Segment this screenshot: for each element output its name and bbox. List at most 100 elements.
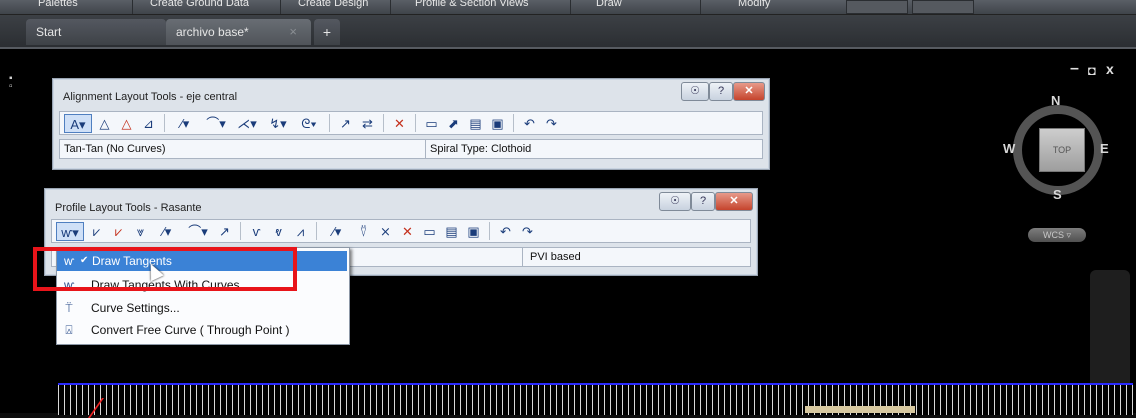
menu-item-label: Curve Settings... bbox=[91, 301, 180, 315]
line-dropdown[interactable]: ∕▾ bbox=[171, 114, 199, 133]
viewcube-top-face[interactable]: TOP bbox=[1039, 128, 1085, 172]
tab-start[interactable]: Start bbox=[26, 19, 166, 45]
ribbon-panel-button[interactable] bbox=[846, 0, 908, 14]
ribbon-separator bbox=[390, 0, 391, 14]
close-drawing-icon[interactable]: x bbox=[1106, 61, 1114, 77]
ribbon-bar: Palettes Create Ground Data Create Desig… bbox=[0, 0, 1136, 15]
compass-north[interactable]: N bbox=[1051, 93, 1060, 108]
wcs-menu[interactable]: WCS ▿ bbox=[1028, 228, 1086, 242]
alignment-layout-tools-window: Alignment Layout Tools - eje central ☉ ?… bbox=[52, 78, 770, 170]
compass-south[interactable]: S bbox=[1053, 187, 1062, 202]
tangent-creation-dropdown[interactable]: A▾ bbox=[64, 113, 92, 133]
spiral-type-text: Spiral Type: Clothoid bbox=[430, 143, 532, 155]
ribbon-menu-profile-section-views[interactable]: Profile & Section Views bbox=[415, 0, 529, 9]
delete-pvi-icon[interactable]: ⩗ bbox=[109, 222, 128, 241]
curve-settings-icon: ⍡ bbox=[65, 301, 73, 315]
undo-icon[interactable]: ↶ bbox=[520, 114, 539, 133]
toolbar-separator bbox=[383, 114, 384, 132]
close-icon[interactable]: ✕ bbox=[715, 192, 753, 211]
tangent-dropdown[interactable]: ⁄▾ bbox=[323, 222, 351, 241]
raise-lower-pvi-icon[interactable]: ⱴ bbox=[269, 222, 288, 241]
curve-dropdown[interactable]: ⌒▾ bbox=[184, 222, 212, 241]
restore-icon[interactable]: ◘ bbox=[1088, 63, 1096, 78]
draw-tangents-dropdown[interactable]: ⱳ▾ bbox=[56, 221, 84, 241]
redo-icon[interactable]: ↷ bbox=[518, 222, 537, 241]
menu-item-label: Convert Free Curve ( Through Point ) bbox=[91, 323, 290, 337]
ribbon-menu-create-ground-data[interactable]: Create Ground Data bbox=[150, 0, 249, 9]
ribbon-menu-draw[interactable]: Draw bbox=[596, 0, 622, 9]
alignment-status-bar: Tan-Tan (No Curves) Spiral Type: Clothoi… bbox=[59, 139, 763, 159]
copy-profile-icon[interactable]: ⩘ bbox=[291, 222, 310, 241]
curve-line-dropdown[interactable]: ↯▾ bbox=[264, 114, 292, 133]
compass-east[interactable]: E bbox=[1100, 141, 1109, 156]
minimize-toolbar-icon[interactable]: ☉ bbox=[681, 82, 709, 101]
annotation-highlight-box bbox=[33, 247, 297, 291]
delete-subentity-icon[interactable]: ✕ bbox=[390, 114, 409, 133]
compass-west[interactable]: W bbox=[1003, 141, 1015, 156]
new-tab-button[interactable]: + bbox=[314, 19, 340, 45]
toolbar-separator bbox=[240, 222, 241, 240]
redo-icon[interactable]: ↷ bbox=[542, 114, 561, 133]
toolbar-separator bbox=[415, 114, 416, 132]
help-icon[interactable]: ? bbox=[709, 82, 733, 101]
insert-pi-icon[interactable]: △ bbox=[95, 114, 114, 133]
profile-band bbox=[805, 406, 915, 413]
toolbar-separator bbox=[329, 114, 330, 132]
help-icon[interactable]: ? bbox=[691, 192, 715, 211]
profile-grid-strip bbox=[58, 383, 1133, 415]
profile-tools-title: Profile Layout Tools - Rasante bbox=[55, 202, 202, 214]
move-pvi-icon[interactable]: ⩔ bbox=[131, 222, 150, 241]
alignment-toolbar: A▾ △ △ ⊿ ∕▾ ⌒▾ ⋌▾ ↯▾ ᘓ▾ ↗ ⇄ ✕ ▭ ⬈ ▤ ▣ ↶ … bbox=[59, 111, 763, 135]
profile-toolbar: ⱳ▾ ⩗ ⩗ ⩔ ∕▾ ⌒▾ ↗ ⱱ ⱴ ⩘ ⁄▾ ⍢ ⨯ ✕ ▭ ▤ ▣ ↶ … bbox=[51, 219, 751, 243]
status-divider bbox=[425, 140, 426, 158]
line-dropdown[interactable]: ∕▾ bbox=[153, 222, 181, 241]
delete-subentity-icon[interactable]: ✕ bbox=[398, 222, 417, 241]
minimize-toolbar-icon[interactable]: ☉ bbox=[659, 192, 691, 211]
alignment-mode-text: Tan-Tan (No Curves) bbox=[64, 143, 166, 155]
reverse-direction-icon[interactable]: ⇄ bbox=[358, 114, 377, 133]
menu-item-convert-free-curve[interactable]: ⍓ Convert Free Curve ( Through Point ) bbox=[57, 320, 347, 340]
convert-line-icon[interactable]: ↗ bbox=[336, 114, 355, 133]
toolbar-separator bbox=[513, 114, 514, 132]
ribbon-panel-button[interactable] bbox=[912, 0, 974, 14]
ucs-icon: ▪ ▫ bbox=[9, 73, 13, 92]
ribbon-menu-create-design[interactable]: Create Design bbox=[298, 0, 368, 9]
convert-line-icon[interactable]: ↗ bbox=[215, 222, 234, 241]
toolbar-separator bbox=[316, 222, 317, 240]
status-divider bbox=[522, 248, 523, 266]
close-tab-icon[interactable]: × bbox=[289, 19, 297, 45]
ribbon-separator bbox=[700, 0, 701, 14]
break-apart-pi-icon[interactable]: ⊿ bbox=[139, 114, 158, 133]
ribbon-separator bbox=[280, 0, 281, 14]
select-pvi-icon[interactable]: ⍢ bbox=[354, 222, 373, 241]
curve-dropdown[interactable]: ⌒▾ bbox=[202, 114, 230, 133]
line-curve-dropdown[interactable]: ⋌▾ bbox=[233, 114, 261, 133]
plus-icon: + bbox=[322, 24, 332, 40]
minimize-icon[interactable]: – bbox=[1070, 60, 1079, 78]
subentity-editor-icon[interactable]: ▤ bbox=[442, 222, 461, 241]
insert-pvi-icon[interactable]: ⩗ bbox=[87, 222, 106, 241]
insert-pvis-tabular-icon[interactable]: ⱱ bbox=[247, 222, 266, 241]
alignment-grid-view-icon[interactable]: ▤ bbox=[466, 114, 485, 133]
delete-entity-icon[interactable]: ⨯ bbox=[376, 222, 395, 241]
ribbon-separator bbox=[132, 0, 133, 14]
document-tab-bar: Start archivo base* × + bbox=[0, 15, 1136, 49]
subentity-editor-icon[interactable]: ⬈ bbox=[444, 114, 463, 133]
spiral-dropdown[interactable]: ᘓ▾ bbox=[295, 114, 323, 133]
profile-grid-view-icon[interactable]: ▣ bbox=[464, 222, 483, 241]
pick-subentity-icon[interactable]: ▭ bbox=[420, 222, 439, 241]
pick-subentity-icon[interactable]: ▭ bbox=[422, 114, 441, 133]
tab-file-label: archivo base* bbox=[176, 25, 249, 39]
menu-item-curve-settings[interactable]: ⍡ Curve Settings... bbox=[57, 298, 347, 318]
ribbon-separator bbox=[570, 0, 571, 14]
ribbon-menu-modify[interactable]: Modify bbox=[738, 0, 770, 9]
delete-pi-icon[interactable]: △ bbox=[117, 114, 136, 133]
ribbon-menu-palettes[interactable]: Palettes bbox=[38, 0, 78, 9]
sub-alignment-icon[interactable]: ▣ bbox=[488, 114, 507, 133]
undo-icon[interactable]: ↶ bbox=[496, 222, 515, 241]
alignment-tools-title: Alignment Layout Tools - eje central bbox=[63, 91, 238, 103]
tab-archivo-base[interactable]: archivo base* × bbox=[166, 19, 311, 45]
pvi-mode-text: PVI based bbox=[530, 251, 581, 263]
toolbar-separator bbox=[164, 114, 165, 132]
close-icon[interactable]: ✕ bbox=[733, 82, 765, 101]
